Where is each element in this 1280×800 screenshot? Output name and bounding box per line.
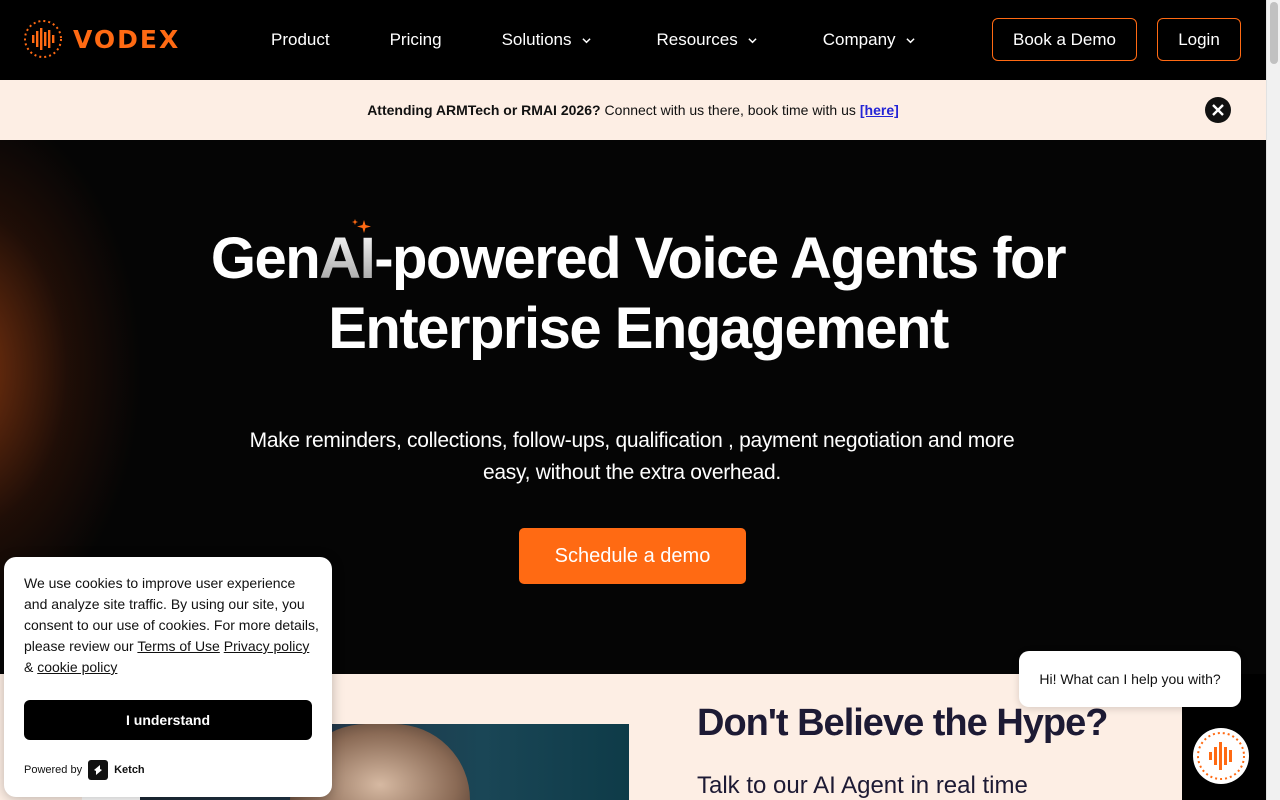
hero-title: GenAI-powered Voice Agents for Enterpris… [0,224,1276,364]
ketch-logo-icon [88,760,109,780]
nav-resources[interactable]: Resources [657,30,757,50]
schedule-demo-button[interactable]: Schedule a demo [519,528,746,584]
nav-solutions-label: Solutions [501,30,572,49]
powered-by[interactable]: Powered by Ketch [24,760,145,780]
nav-product-label: Product [271,30,330,49]
terms-link[interactable]: Terms of Use [137,638,219,654]
privacy-link[interactable]: Privacy policy [224,638,310,654]
close-icon [1212,104,1224,116]
scrollbar-thumb[interactable] [1270,2,1278,64]
chat-greeting-bubble[interactable]: Hi! What can I help you with? [1019,651,1241,707]
cookie-banner: We use cookies to improve user experienc… [4,557,332,797]
main-menu: Product Pricing Solutions Resources Comp… [271,0,915,80]
voice-wave-icon [1197,732,1245,780]
hero-title-gen: Gen [210,226,321,291]
section-subtitle: Talk to our AI Agent in real time [697,772,1028,799]
vodex-logo[interactable]: VODEX [23,19,180,59]
nav-pricing[interactable]: Pricing [390,30,442,50]
announcement-bar: Attending ARMTech or RMAI 2026? Connect … [0,80,1266,140]
hero-title-rest: -powered Voice Agents for [374,226,1066,291]
section-title: Don't Believe the Hype? [697,702,1108,744]
voice-wave-logo-icon [24,20,62,58]
announcement-text: Connect with us there, book time with us [604,102,856,118]
nav-company[interactable]: Company [823,30,915,50]
chevron-down-icon [581,37,591,43]
nav-resources-label: Resources [656,30,738,49]
nav-solutions[interactable]: Solutions [502,30,591,50]
cookie-accept-button[interactable]: I understand [24,700,312,740]
nav-product[interactable]: Product [271,30,330,50]
top-navbar: VODEX Product Pricing Solutions Resource… [0,0,1266,80]
close-announcement-button[interactable] [1205,97,1231,123]
ketch-name: Ketch [114,764,145,776]
book-demo-button[interactable]: Book a Demo [992,18,1137,61]
nav-pricing-label: Pricing [389,30,442,49]
nav-company-label: Company [822,30,896,49]
chat-launcher-button[interactable] [1193,728,1249,784]
page-scrollbar[interactable] [1266,0,1280,800]
powered-by-label: Powered by [24,764,83,776]
hero-title-ai: AI [319,226,376,291]
cookie-amp: & [24,659,34,675]
hero-subtitle: Make reminders, collections, follow-ups,… [249,429,1015,484]
chevron-down-icon [748,37,757,43]
announcement-link[interactable]: [here] [860,102,899,118]
cookie-policy-link[interactable]: cookie policy [37,659,117,675]
login-button[interactable]: Login [1157,18,1241,61]
brand-name: VODEX [73,24,181,54]
chevron-down-icon [905,37,915,43]
cookie-text: We use cookies to improve user experienc… [24,573,319,678]
announcement-bold: Attending ARMTech or RMAI 2026? [367,102,601,118]
hero-title-line2: Enterprise Engagement [328,296,949,361]
